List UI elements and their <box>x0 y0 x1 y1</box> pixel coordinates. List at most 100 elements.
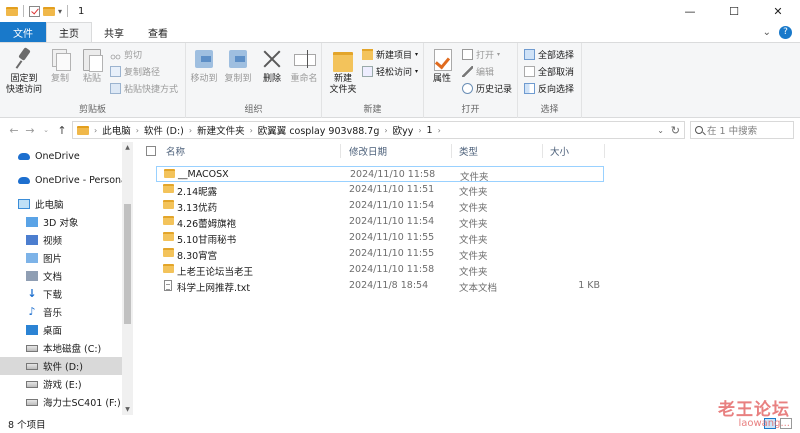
rename-button[interactable]: 重命名 <box>287 47 321 85</box>
new-folder-button[interactable]: 新建 文件夹 <box>326 47 360 96</box>
easy-access-button[interactable]: 轻松访问 ▾ <box>362 65 418 78</box>
chevron-right-icon[interactable]: › <box>189 126 192 135</box>
breadcrumb-drive-d[interactable]: 软件 (D:) <box>144 123 184 137</box>
file-row[interactable]: 3.13优药 2024/11/10 11:54 文件夹 <box>156 198 604 214</box>
up-arrow-icon[interactable]: ↑ <box>54 124 70 137</box>
file-row[interactable]: __MACOSX 2024/11/10 11:58 文件夹 <box>156 166 604 183</box>
file-row[interactable]: 2.14昵露 2024/11/10 11:51 文件夹 <box>156 182 604 198</box>
nav-item-drive-d[interactable]: 软件 (D:) <box>0 357 122 375</box>
column-header-size[interactable]: 大小 <box>550 142 569 160</box>
chevron-right-icon[interactable]: › <box>438 126 441 135</box>
copy-button[interactable]: 复制 <box>46 47 74 85</box>
drive-icon <box>26 344 38 352</box>
nav-item-music[interactable]: ♪ 音乐 <box>0 303 122 321</box>
refresh-icon[interactable]: ↻ <box>671 124 680 137</box>
file-row[interactable]: 5.10甘雨秘书 2024/11/10 11:55 文件夹 <box>156 230 604 246</box>
nav-item-downloads[interactable]: ↓ 下载 <box>0 285 122 303</box>
nav-item-desktop[interactable]: 桌面 <box>0 321 122 339</box>
pin-quick-access-button[interactable]: 固定到 快速访问 <box>4 47 44 96</box>
open-button[interactable]: 打开 ▾ <box>462 48 500 61</box>
file-row[interactable]: 8.30宵宫 2024/11/10 11:55 文件夹 <box>156 246 604 262</box>
select-all-button[interactable]: 全部选择 <box>524 48 574 61</box>
nav-item-documents[interactable]: 文档 <box>0 267 122 285</box>
tab-home[interactable]: 主页 <box>46 22 92 42</box>
nav-scrollbar[interactable]: ▲ ▼ <box>122 142 133 415</box>
copy-icon <box>49 47 71 71</box>
select-none-button[interactable]: 全部取消 <box>524 65 574 78</box>
breadcrumb-current[interactable]: 1 <box>427 125 433 136</box>
chevron-right-icon[interactable]: › <box>136 126 139 135</box>
column-header-name[interactable]: 名称 <box>166 142 185 160</box>
scroll-up-arrow-icon[interactable]: ▲ <box>122 144 133 151</box>
nav-item-drive-e[interactable]: 游戏 (E:) <box>0 375 122 393</box>
nav-item-onedrive-personal[interactable]: OneDrive - Personal <box>0 171 130 189</box>
breadcrumb-cosplay[interactable]: 欧翼翼 cosplay 903v88.7g <box>258 123 380 137</box>
column-header-type[interactable]: 类型 <box>459 142 478 160</box>
new-item-button[interactable]: 新建项目 ▾ <box>362 48 418 61</box>
nav-item-3d-objects[interactable]: 3D 对象 <box>0 213 122 231</box>
nav-item-pictures[interactable]: 图片 <box>0 249 122 267</box>
nav-item-videos[interactable]: 视频 <box>0 231 122 249</box>
invert-selection-button[interactable]: 反向选择 <box>524 82 574 95</box>
nav-item-this-pc[interactable]: 此电脑 <box>0 195 122 213</box>
nav-item-drive-f[interactable]: 海力士SC401 (F:) <box>0 393 122 411</box>
column-divider[interactable] <box>451 144 452 158</box>
file-date: 2024/11/10 11:54 <box>349 216 435 227</box>
address-bar[interactable]: › 此电脑 › 软件 (D:) › 新建文件夹 › 欧翼翼 cosplay 90… <box>72 121 685 139</box>
chevron-right-icon[interactable]: › <box>250 126 253 135</box>
help-icon[interactable]: ? <box>779 25 792 39</box>
chevron-right-icon[interactable]: › <box>384 126 387 135</box>
chevron-right-icon[interactable]: › <box>94 126 97 135</box>
cut-button[interactable]: 剪切 <box>110 48 142 61</box>
tab-file[interactable]: 文件 <box>0 22 46 42</box>
column-header-date[interactable]: 修改日期 <box>349 142 387 160</box>
breadcrumb-ouyy[interactable]: 欧yy <box>393 123 414 137</box>
new-folder-icon <box>332 47 354 72</box>
file-type: 文本文档 <box>459 283 498 294</box>
breadcrumb-new-folder[interactable]: 新建文件夹 <box>197 123 245 137</box>
select-all-checkbox[interactable] <box>146 146 156 156</box>
forward-arrow-icon[interactable]: → <box>22 124 38 137</box>
copy-path-button[interactable]: 复制路径 <box>110 65 160 78</box>
search-input[interactable]: 在 1 中搜索 <box>690 121 794 139</box>
nav-item-onedrive[interactable]: OneDrive <box>0 147 122 165</box>
history-button[interactable]: 历史记录 <box>462 82 512 95</box>
minimize-button[interactable]: — <box>668 0 712 22</box>
file-date: 2024/11/10 11:54 <box>349 200 435 211</box>
file-row[interactable]: 上老王论坛当老王 2024/11/10 11:58 文件夹 <box>156 262 604 278</box>
copy-to-button[interactable]: 复制到 <box>222 47 254 85</box>
back-arrow-icon[interactable]: ← <box>6 124 22 137</box>
tab-view[interactable]: 查看 <box>136 22 180 42</box>
new-folder-quick-icon[interactable] <box>43 6 55 16</box>
scrollbar-thumb[interactable] <box>124 204 131 324</box>
address-history-dropdown-icon[interactable]: ⌄ <box>657 126 664 135</box>
nav-item-label: 3D 对象 <box>43 218 79 229</box>
file-name: 5.10甘雨秘书 <box>177 235 237 246</box>
column-divider[interactable] <box>340 144 341 158</box>
nav-item-drive-c[interactable]: 本地磁盘 (C:) <box>0 339 122 357</box>
properties-button[interactable]: 属性 <box>428 47 456 85</box>
recent-locations-icon[interactable]: ⌄ <box>38 126 54 134</box>
paste-shortcut-button[interactable]: 粘贴快捷方式 <box>110 82 178 95</box>
chevron-right-icon[interactable]: › <box>418 126 421 135</box>
properties-icon <box>431 47 453 71</box>
edit-button[interactable]: 编辑 <box>462 65 494 78</box>
file-row[interactable]: 4.26蕾姆旗袍 2024/11/10 11:54 文件夹 <box>156 214 604 230</box>
close-button[interactable]: ✕ <box>756 0 800 22</box>
file-row[interactable]: 科学上网推荐.txt 2024/11/8 18:54 文本文档 1 KB <box>156 278 604 294</box>
maximize-button[interactable]: ☐ <box>712 0 756 22</box>
column-divider[interactable] <box>542 144 543 158</box>
paste-button[interactable]: 粘贴 <box>78 47 106 85</box>
item-count: 8 个项目 <box>8 420 46 431</box>
collapse-ribbon-icon[interactable]: ⌄ <box>763 27 771 38</box>
breadcrumb-this-pc[interactable]: 此电脑 <box>102 123 131 137</box>
tab-share[interactable]: 共享 <box>92 22 136 42</box>
move-to-button[interactable]: 移动到 <box>188 47 220 85</box>
scroll-down-arrow-icon[interactable]: ▼ <box>122 406 133 413</box>
delete-button[interactable]: 删除 <box>258 47 286 85</box>
column-divider[interactable] <box>604 144 605 158</box>
qa-dropdown-icon[interactable]: ▾ <box>58 7 62 16</box>
folder-icon <box>6 6 18 16</box>
nav-item-label: 此电脑 <box>35 200 64 211</box>
properties-quick-icon[interactable] <box>29 5 40 17</box>
